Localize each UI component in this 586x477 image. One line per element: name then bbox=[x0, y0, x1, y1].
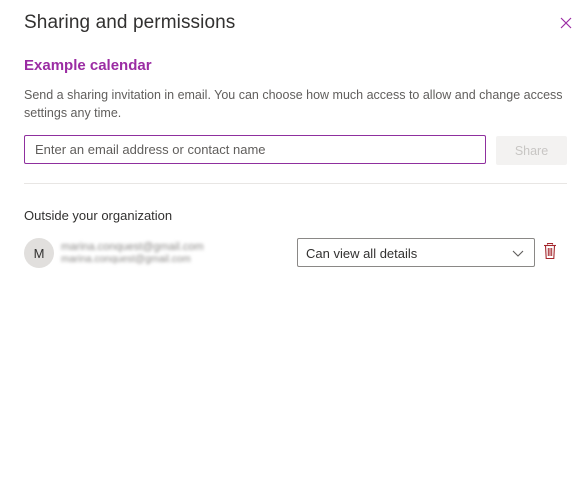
remove-permission-button[interactable] bbox=[542, 242, 558, 260]
dialog-title: Sharing and permissions bbox=[24, 12, 236, 33]
chevron-down-icon bbox=[512, 250, 524, 257]
email-input[interactable] bbox=[24, 135, 486, 164]
shared-person: M marina.conquest@gmail.com marina.conqu… bbox=[24, 238, 274, 274]
person-name: marina.conquest@gmail.com bbox=[61, 241, 204, 253]
close-button[interactable] bbox=[556, 13, 576, 33]
avatar: M bbox=[24, 238, 54, 268]
share-button[interactable]: Share bbox=[496, 136, 567, 165]
sharing-description: Send a sharing invitation in email. You … bbox=[24, 88, 563, 120]
person-email: marina.conquest@gmail.com bbox=[61, 254, 191, 265]
outside-organization-heading: Outside your organization bbox=[24, 208, 173, 223]
permission-value: Can view all details bbox=[306, 246, 418, 261]
close-icon bbox=[560, 17, 572, 29]
permission-dropdown[interactable]: Can view all details bbox=[297, 238, 535, 267]
trash-icon bbox=[544, 242, 556, 260]
calendar-name: Example calendar bbox=[24, 57, 152, 74]
divider bbox=[24, 183, 567, 184]
